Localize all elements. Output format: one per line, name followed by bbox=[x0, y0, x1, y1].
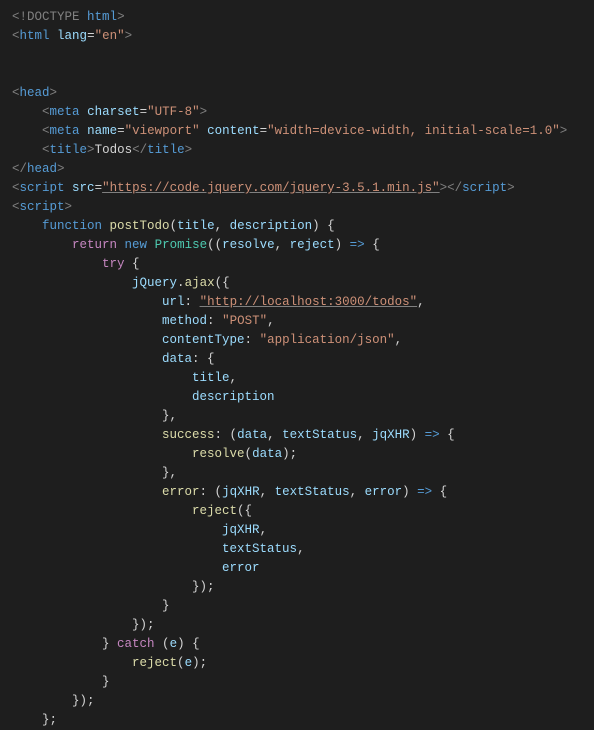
script-tag-1: script bbox=[20, 181, 65, 195]
prop-contentType: contentType bbox=[162, 333, 245, 347]
prop-method: method bbox=[162, 314, 207, 328]
meta-tag-2: meta bbox=[50, 124, 80, 138]
cls-Promise: Promise bbox=[155, 238, 208, 252]
fn-reject2: reject bbox=[132, 656, 177, 670]
kw-new: new bbox=[125, 238, 148, 252]
head-open-tag: head bbox=[20, 86, 50, 100]
kw-return: return bbox=[72, 238, 117, 252]
fn-postTodo: postTodo bbox=[110, 219, 170, 233]
prop-success: success bbox=[162, 428, 215, 442]
param-reject: reject bbox=[290, 238, 335, 252]
arg-e: e bbox=[185, 656, 193, 670]
arrow-2: => bbox=[425, 428, 440, 442]
url-val: "http://localhost:3000/todos" bbox=[200, 295, 418, 309]
title-text: Todos bbox=[95, 143, 133, 157]
param-e: e bbox=[170, 637, 178, 651]
arrow-1: => bbox=[350, 238, 365, 252]
prop-url: url bbox=[162, 295, 185, 309]
title-open-tag: title bbox=[50, 143, 88, 157]
charset-val: "UTF-8" bbox=[147, 105, 200, 119]
content-val: "width=device-width, initial-scale=1.0" bbox=[267, 124, 560, 138]
meta-tag-1: meta bbox=[50, 105, 80, 119]
param-error: error bbox=[365, 485, 403, 499]
param-title: title bbox=[177, 219, 215, 233]
charset-attr: charset bbox=[87, 105, 140, 119]
shorthand-title: title bbox=[192, 371, 230, 385]
doctype-token: !DOCTYPE bbox=[20, 10, 80, 24]
head-close-tag: head bbox=[27, 162, 57, 176]
fn-reject: reject bbox=[192, 504, 237, 518]
param-textStatus2: textStatus bbox=[275, 485, 350, 499]
kw-function: function bbox=[42, 219, 102, 233]
content-attr: content bbox=[207, 124, 260, 138]
param-resolve: resolve bbox=[222, 238, 275, 252]
script-close-1: script bbox=[462, 181, 507, 195]
fn-ajax: ajax bbox=[185, 276, 215, 290]
script-tag-2: script bbox=[20, 200, 65, 214]
viewport-val: "viewport" bbox=[125, 124, 200, 138]
html-open-tag: html bbox=[20, 29, 50, 43]
lang-attr: lang bbox=[57, 29, 87, 43]
shorthand-description: description bbox=[192, 390, 275, 404]
param-data: data bbox=[237, 428, 267, 442]
prop-error: error bbox=[162, 485, 200, 499]
lang-val: "en" bbox=[95, 29, 125, 43]
arg-data: data bbox=[252, 447, 282, 461]
param-description: description bbox=[230, 219, 313, 233]
shorthand-jqXHR: jqXHR bbox=[222, 523, 260, 537]
param-textStatus: textStatus bbox=[282, 428, 357, 442]
param-jqXHR2: jqXHR bbox=[222, 485, 260, 499]
code-editor[interactable]: <!DOCTYPE html> <html lang="en"> <head> … bbox=[12, 8, 582, 730]
shorthand-error: error bbox=[222, 561, 260, 575]
contentType-val: "application/json" bbox=[260, 333, 395, 347]
name-attr: name bbox=[87, 124, 117, 138]
method-val: "POST" bbox=[222, 314, 267, 328]
jquery-url: "https://code.jquery.com/jquery-3.5.1.mi… bbox=[102, 181, 440, 195]
prop-data: data bbox=[162, 352, 192, 366]
kw-catch: catch bbox=[117, 637, 155, 651]
shorthand-textStatus: textStatus bbox=[222, 542, 297, 556]
kw-try: try bbox=[102, 257, 125, 271]
var-jQuery: jQuery bbox=[132, 276, 177, 290]
doctype-value: html bbox=[87, 10, 117, 24]
arrow-3: => bbox=[417, 485, 432, 499]
title-close-tag: title bbox=[147, 143, 185, 157]
param-jqXHR: jqXHR bbox=[372, 428, 410, 442]
src-attr: src bbox=[72, 181, 95, 195]
fn-resolve: resolve bbox=[192, 447, 245, 461]
